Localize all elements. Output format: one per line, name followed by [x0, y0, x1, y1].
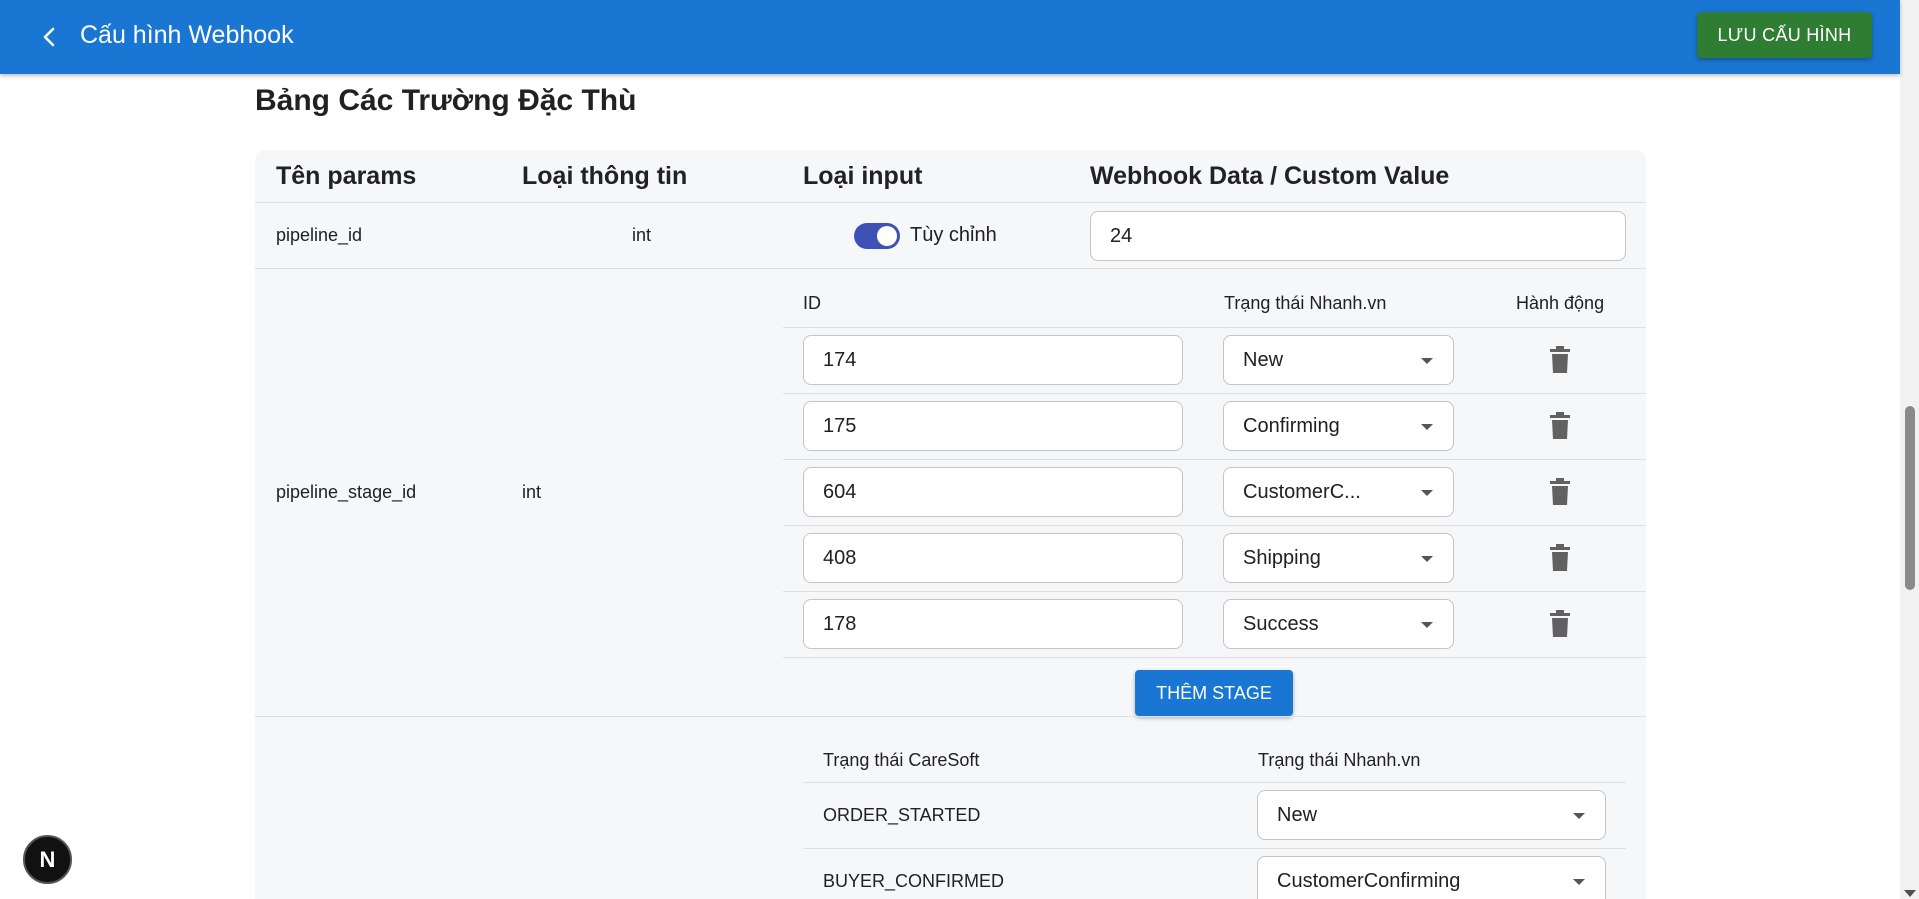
divider: [783, 327, 1646, 328]
arrow-back-icon: [43, 27, 55, 47]
back-button[interactable]: [30, 17, 70, 57]
trash-icon[interactable]: [1548, 478, 1572, 506]
trash-icon[interactable]: [1548, 544, 1572, 572]
mapping-header-nhanh: Trạng thái Nhanh.vn: [1258, 750, 1421, 770]
chevron-down-icon: [1573, 813, 1585, 819]
header-info-type: Loại thông tin: [522, 162, 688, 190]
param-pipeline-id: pipeline_id: [276, 225, 363, 245]
caresoft-status: BUYER_CONFIRMED: [823, 871, 1005, 891]
stage-header-action: Hành động: [1516, 293, 1605, 313]
scrollbar-thumb[interactable]: [1905, 406, 1915, 590]
stage-id: 408: [823, 546, 857, 569]
chevron-down-icon: [1421, 556, 1433, 562]
stage-id-input[interactable]: 178: [803, 599, 1183, 649]
divider: [803, 848, 1626, 849]
divider: [803, 782, 1626, 783]
stage-status: Shipping: [1243, 546, 1321, 569]
header-param-name: Tên params: [276, 162, 417, 190]
chevron-down-icon: [1421, 622, 1433, 628]
app-bar: Cấu hình Webhook LƯU CẤU HÌNH: [0, 0, 1900, 74]
add-stage-button[interactable]: THÊM STAGE: [1135, 670, 1293, 716]
chevron-down-icon: [1573, 879, 1585, 885]
scrollbar[interactable]: [1900, 0, 1919, 899]
toggle-knob: [877, 226, 897, 246]
stage-status-select[interactable]: Confirming: [1223, 401, 1454, 451]
param-pipeline-stage-id: pipeline_stage_id: [276, 482, 417, 502]
divider: [783, 393, 1646, 394]
divider: [255, 716, 1646, 717]
stage-id-input[interactable]: 604: [803, 467, 1183, 517]
divider: [783, 657, 1646, 658]
stage-id: 604: [823, 480, 857, 503]
stage-id-input[interactable]: 175: [803, 401, 1183, 451]
section-title: Bảng Các Trường Đặc Thù: [255, 84, 637, 117]
save-config-button[interactable]: LƯU CẤU HÌNH: [1697, 12, 1872, 58]
page-title: Cấu hình Webhook: [80, 21, 294, 49]
divider: [255, 202, 1646, 203]
pipeline-id-value: 24: [1110, 224, 1133, 247]
nextjs-dev-indicator-button[interactable]: N: [23, 835, 72, 884]
stage-status: CustomerC...: [1243, 480, 1361, 503]
nhanh-status: New: [1277, 803, 1318, 826]
trash-icon[interactable]: [1548, 610, 1572, 638]
trash-icon[interactable]: [1548, 412, 1572, 440]
nhanh-status: CustomerConfirming: [1277, 869, 1461, 892]
type-pipeline-stage-id: int: [522, 482, 542, 502]
pipeline-id-value-input[interactable]: 24: [1090, 211, 1626, 261]
header-webhook-value: Webhook Data / Custom Value: [1090, 162, 1450, 190]
chevron-down-icon: [1421, 424, 1433, 430]
stage-header-id: ID: [803, 293, 821, 313]
stage-status-select[interactable]: Success: [1223, 599, 1454, 649]
nhanh-status-select[interactable]: CustomerConfirming: [1257, 856, 1606, 899]
divider: [783, 591, 1646, 592]
stage-id: 174: [823, 348, 857, 371]
stage-status-select[interactable]: Shipping: [1223, 533, 1454, 583]
trash-icon[interactable]: [1548, 346, 1572, 374]
stage-header-status: Trạng thái Nhanh.vn: [1224, 293, 1387, 313]
divider: [255, 268, 1646, 269]
header-input-type: Loại input: [803, 162, 923, 190]
stage-status-select[interactable]: New: [1223, 335, 1454, 385]
chevron-down-icon: [1421, 490, 1433, 496]
chevron-down-icon: [1421, 358, 1433, 364]
stage-id: 178: [823, 612, 857, 635]
stage-id-input[interactable]: 408: [803, 533, 1183, 583]
stage-status: Confirming: [1243, 414, 1340, 437]
custom-toggle[interactable]: [854, 223, 900, 249]
type-pipeline-id: int: [632, 225, 652, 245]
webhook-config-page: Cấu hình Webhook LƯU CẤU HÌNH Bảng Các T…: [0, 0, 1919, 899]
nhanh-status-select[interactable]: New: [1257, 790, 1606, 840]
stage-id: 175: [823, 414, 857, 437]
stage-status-select[interactable]: CustomerC...: [1223, 467, 1454, 517]
stage-status: Success: [1243, 612, 1319, 635]
scroll-down-arrow-icon[interactable]: [1904, 890, 1916, 897]
mapping-header-caresoft: Trạng thái CareSoft: [823, 750, 980, 770]
toggle-label: Tùy chỉnh: [910, 224, 997, 246]
divider: [783, 459, 1646, 460]
divider: [783, 525, 1646, 526]
stage-id-input[interactable]: 174: [803, 335, 1183, 385]
caresoft-status: ORDER_STARTED: [823, 805, 981, 825]
stage-status: New: [1243, 348, 1284, 371]
